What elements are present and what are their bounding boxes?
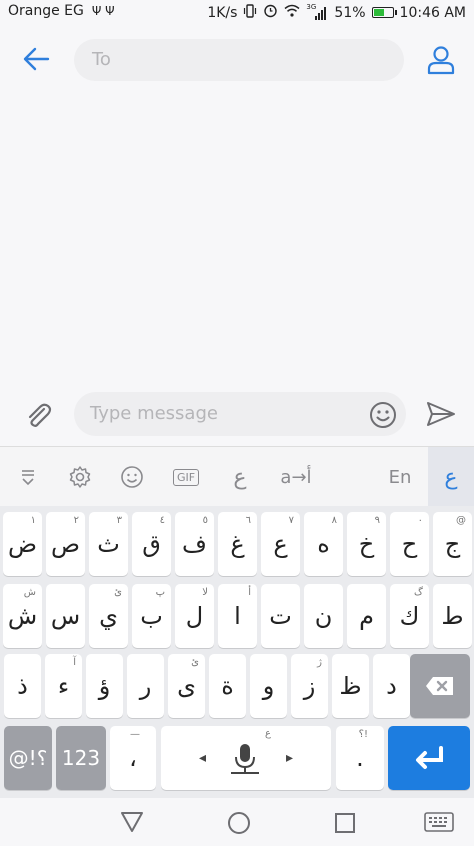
- vibrate-icon: [243, 3, 257, 22]
- symbols-key[interactable]: @!؟: [4, 726, 52, 790]
- microphone-icon[interactable]: [227, 740, 263, 780]
- recipient-input[interactable]: To: [74, 39, 404, 81]
- numbers-key[interactable]: 123: [56, 726, 106, 790]
- key[interactable]: ه٨: [304, 512, 343, 576]
- keyboard-switch-icon[interactable]: [424, 812, 454, 836]
- usb-icon: Ψ Ψ: [91, 4, 115, 18]
- settings-gear-icon[interactable]: [62, 447, 98, 507]
- network-speed: 1K/s: [207, 4, 238, 21]
- recents-square-icon[interactable]: [334, 812, 356, 838]
- key[interactable]: ث٣: [89, 512, 128, 576]
- key[interactable]: د: [373, 654, 410, 718]
- enter-key[interactable]: [388, 726, 470, 790]
- emoji-keyboard-icon[interactable]: [114, 447, 150, 507]
- keyboard-toolbar: GIF ع a→أ En ع: [0, 446, 474, 507]
- arabic-script-icon[interactable]: ع: [222, 447, 258, 507]
- cursor-left-icon: ◂: [199, 750, 207, 766]
- key[interactable]: ض١: [3, 512, 42, 576]
- english-language-button[interactable]: En: [380, 447, 420, 507]
- wifi-icon: [284, 4, 300, 21]
- key[interactable]: ح٠: [390, 512, 429, 576]
- message-input[interactable]: Type message: [74, 392, 406, 436]
- carrier-label: Orange EG: [8, 3, 84, 19]
- paperclip-icon[interactable]: [20, 397, 56, 433]
- compose-bar: Type message: [0, 386, 474, 446]
- clock: 10:46 AM: [399, 4, 466, 21]
- key[interactable]: ظ: [332, 654, 369, 718]
- key[interactable]: ىئ: [168, 654, 205, 718]
- key[interactable]: ؤ: [86, 654, 123, 718]
- key[interactable]: اأ: [218, 584, 257, 648]
- transliteration-button[interactable]: a→أ: [270, 447, 322, 507]
- key[interactable]: ف٥: [175, 512, 214, 576]
- key[interactable]: زژ: [291, 654, 328, 718]
- key[interactable]: ءآ: [45, 654, 82, 718]
- key[interactable]: س: [46, 584, 85, 648]
- alarm-icon: [263, 3, 278, 22]
- period-key[interactable]: . ؟!: [336, 726, 384, 790]
- key[interactable]: ق٤: [132, 512, 171, 576]
- key[interactable]: ص٢: [46, 512, 85, 576]
- battery-icon: [371, 7, 397, 18]
- gif-icon[interactable]: GIF: [168, 447, 204, 507]
- key[interactable]: ل لا: [175, 584, 214, 648]
- key[interactable]: ر: [127, 654, 164, 718]
- navigation-bar: [0, 798, 474, 846]
- keyboard: ض ١ ص ٢ ث ٣ ق ٤ ف ٥ غ ٦ ع ٧ ه ٨ خ ٩ ح ٠ ج @ ش ش س ي ئ ب پ ل لا ا أ ت ن م ك گ…: [0, 506, 474, 798]
- key[interactable]: و: [250, 654, 287, 718]
- key[interactable]: ن: [304, 584, 343, 648]
- key[interactable]: ذ: [4, 654, 41, 718]
- status-bar: Orange EG Ψ Ψ 1K/s 3G 51% 10:46 AM: [0, 0, 474, 26]
- key[interactable]: ت: [261, 584, 300, 648]
- send-icon[interactable]: [424, 399, 458, 429]
- home-circle-icon[interactable]: [226, 810, 252, 840]
- key[interactable]: شش: [3, 584, 42, 648]
- key[interactable]: ط: [433, 584, 472, 648]
- backspace-key[interactable]: [410, 654, 470, 718]
- key[interactable]: خ٩: [347, 512, 386, 576]
- contact-picker-icon[interactable]: [424, 44, 458, 76]
- back-arrow-icon[interactable]: [20, 44, 54, 74]
- key[interactable]: م: [347, 584, 386, 648]
- arabic-language-button[interactable]: ع: [428, 447, 474, 507]
- key[interactable]: كگ: [390, 584, 429, 648]
- comma-key[interactable]: ، —: [110, 726, 156, 790]
- emoji-icon[interactable]: [368, 400, 398, 430]
- key[interactable]: ع٧: [261, 512, 300, 576]
- signal-icon: 3G: [306, 3, 328, 20]
- key[interactable]: ة: [209, 654, 246, 718]
- back-triangle-icon[interactable]: [118, 810, 146, 838]
- key[interactable]: بپ: [132, 584, 171, 648]
- collapse-keyboard-icon[interactable]: [10, 447, 46, 507]
- key[interactable]: غ٦: [218, 512, 257, 576]
- key[interactable]: يئ: [89, 584, 128, 648]
- battery-percent: 51%: [334, 4, 366, 21]
- cursor-right-icon: ▸: [285, 750, 293, 766]
- space-bar[interactable]: ◂ ع ▸: [161, 726, 331, 790]
- key[interactable]: ج @: [433, 512, 472, 576]
- compose-header: To: [0, 26, 474, 92]
